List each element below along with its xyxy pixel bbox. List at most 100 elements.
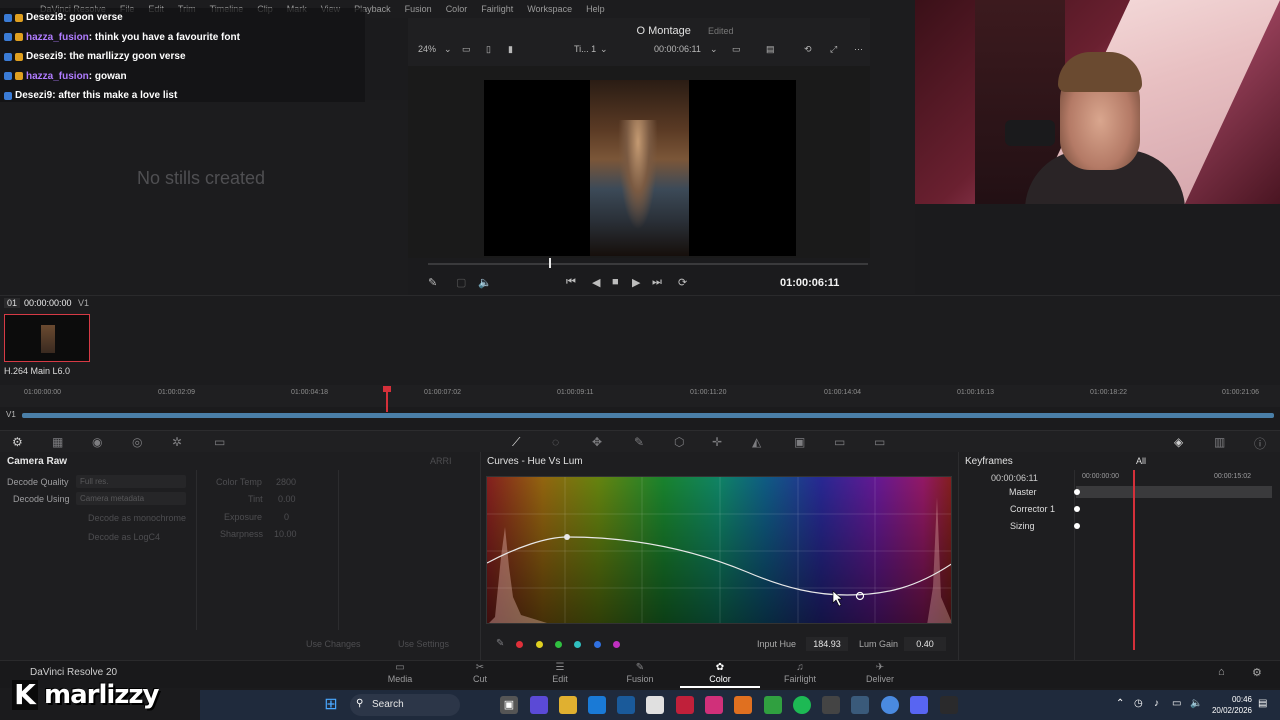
keyframe-marker[interactable] (1074, 489, 1080, 495)
app-icon[interactable] (764, 696, 782, 714)
menu-help[interactable]: Help (586, 4, 605, 14)
color-warper-icon[interactable]: ◌ (552, 435, 559, 449)
store-icon[interactable] (617, 696, 635, 714)
keyframe-marker[interactable] (1074, 506, 1080, 512)
loop-icon[interactable]: ⟳ (678, 276, 687, 289)
eyedropper-icon[interactable]: ✎ (496, 638, 504, 649)
rgb-mixer-icon[interactable]: ✲ (172, 435, 182, 449)
page-cut[interactable]: ✂ Cut (450, 662, 510, 684)
qualifier-icon[interactable]: ✥ (592, 435, 602, 449)
menu-color[interactable]: Color (446, 4, 468, 14)
keyframe-row-sizing[interactable]: Sizing (1010, 521, 1035, 531)
network-icon[interactable]: ▭ (1172, 698, 1181, 709)
info-icon[interactable]: ⓘ (1254, 435, 1266, 452)
file-explorer-icon[interactable] (559, 696, 577, 714)
step-back-icon[interactable]: ◀ (592, 276, 600, 289)
volume-icon[interactable]: 🔈 (1190, 698, 1202, 709)
viewer-mode-icon[interactable]: ▭ (462, 44, 471, 55)
zoom-level[interactable]: 24% (418, 44, 436, 54)
window-icon[interactable]: ⬡ (674, 435, 684, 449)
expand-icon[interactable]: ⤢ (830, 44, 837, 55)
tray-icon[interactable]: ◷ (1134, 698, 1143, 709)
blur-icon[interactable]: ▣ (794, 435, 805, 449)
clock-time[interactable]: 00:46 (1226, 695, 1252, 704)
instagram-icon[interactable] (705, 696, 723, 714)
taskbar-search[interactable]: Search (350, 694, 460, 716)
curve-point[interactable] (564, 534, 570, 540)
exposure-value[interactable]: 0 (284, 512, 289, 522)
davinci-resolve-icon[interactable] (940, 696, 958, 714)
color-temp-value[interactable]: 2800 (276, 477, 296, 487)
compare-icon[interactable]: ▮ (508, 44, 513, 55)
page-fusion[interactable]: ✎ Fusion (610, 662, 670, 684)
play-icon[interactable]: ▶ (632, 276, 640, 289)
app-icon[interactable] (822, 696, 840, 714)
use-settings-button[interactable]: Use Settings (398, 639, 449, 649)
clock-date[interactable]: 20/02/2026 (1204, 706, 1252, 715)
chevron-down-icon[interactable]: ⌄ (600, 44, 608, 55)
primaries-icon[interactable]: ◉ (92, 435, 102, 449)
scrubber-head[interactable] (549, 258, 551, 268)
lum-gain-field[interactable]: 0.40 (904, 637, 946, 651)
viewer-scrubber[interactable] (428, 263, 868, 265)
spotify-icon[interactable] (793, 696, 811, 714)
blue-swatch[interactable] (594, 641, 601, 648)
windows-start-icon[interactable]: ⊞ (322, 696, 340, 714)
split-icon[interactable]: ▯ (486, 44, 491, 55)
clip-thumbnail[interactable] (4, 314, 90, 362)
edge-icon[interactable] (588, 696, 606, 714)
tracker-icon[interactable]: ✛ (712, 435, 722, 449)
sharpness-value[interactable]: 10.00 (274, 529, 297, 539)
decode-logc4-checkbox[interactable]: Decode as LogC4 (88, 532, 160, 542)
color-match-icon[interactable]: ▦ (52, 435, 63, 449)
page-media[interactable]: ▭ Media (370, 662, 430, 684)
camera-raw-icon[interactable]: ⚙ (12, 435, 23, 449)
chevron-down-icon[interactable]: ⌄ (710, 44, 718, 55)
menu-workspace[interactable]: Workspace (527, 4, 572, 14)
decode-quality-select[interactable]: Full res. (76, 475, 186, 488)
magenta-swatch[interactable] (613, 641, 620, 648)
chevron-up-icon[interactable]: ⌃ (1116, 698, 1124, 709)
magic-mask-icon[interactable]: ◭ (752, 435, 761, 449)
tint-value[interactable]: 0.00 (278, 494, 296, 504)
highlight-icon[interactable]: ▢ (456, 276, 466, 289)
node-editor[interactable] (870, 18, 915, 294)
input-hue-field[interactable]: 184.93 (806, 637, 848, 651)
timeline-selector[interactable]: Ti... 1 (574, 44, 596, 54)
overlay-icon[interactable]: ▤ (766, 44, 775, 55)
curve-graph[interactable] (487, 477, 952, 624)
task-view-icon[interactable]: ▣ (500, 696, 518, 714)
chevron-down-icon[interactable]: ⌄ (444, 44, 452, 55)
sync-icon[interactable]: ⟲ (804, 44, 812, 55)
keyframe-row-master[interactable]: Master (1009, 487, 1037, 497)
decode-using-select[interactable]: Camera metadata (76, 492, 186, 505)
more-icon[interactable]: ⋯ (854, 44, 863, 55)
hdr-icon[interactable]: ◎ (132, 435, 142, 449)
sizing-icon[interactable]: ▭ (874, 435, 885, 449)
eyedropper-icon[interactable]: ✎ (634, 435, 644, 449)
home-icon[interactable]: ⌂ (1218, 666, 1225, 678)
decode-monochrome-checkbox[interactable]: Decode as monochrome (88, 513, 186, 523)
keyframe-row-corrector[interactable]: Corrector 1 (1010, 504, 1055, 514)
curve-point-selected[interactable] (855, 591, 865, 601)
eyedropper-icon[interactable]: ✎ (428, 276, 437, 289)
curves-icon[interactable]: ⟋ (512, 435, 520, 450)
discord-icon[interactable] (910, 696, 928, 714)
motion-effects-icon[interactable]: ▭ (214, 435, 225, 449)
app-icon[interactable] (676, 696, 694, 714)
menu-fairlight[interactable]: Fairlight (481, 4, 513, 14)
timeline-clip[interactable] (22, 413, 1274, 418)
cyan-swatch[interactable] (574, 641, 581, 648)
keyframes-filter[interactable]: All (1136, 456, 1146, 466)
hue-vs-lum-curve[interactable] (486, 476, 952, 624)
settings-icon[interactable] (851, 696, 869, 714)
menu-fusion[interactable]: Fusion (405, 4, 432, 14)
page-color[interactable]: ✿ Color (690, 662, 750, 684)
notifications-icon[interactable]: ▤ (1258, 698, 1267, 709)
app-icon[interactable] (530, 696, 548, 714)
chrome-icon[interactable] (881, 696, 899, 714)
master-keyframe-track[interactable] (1076, 486, 1272, 498)
volume-icon[interactable]: 🔈 (478, 276, 492, 289)
display-icon[interactable]: ▭ (732, 44, 741, 55)
mic-icon[interactable]: ♪ (1154, 698, 1159, 709)
